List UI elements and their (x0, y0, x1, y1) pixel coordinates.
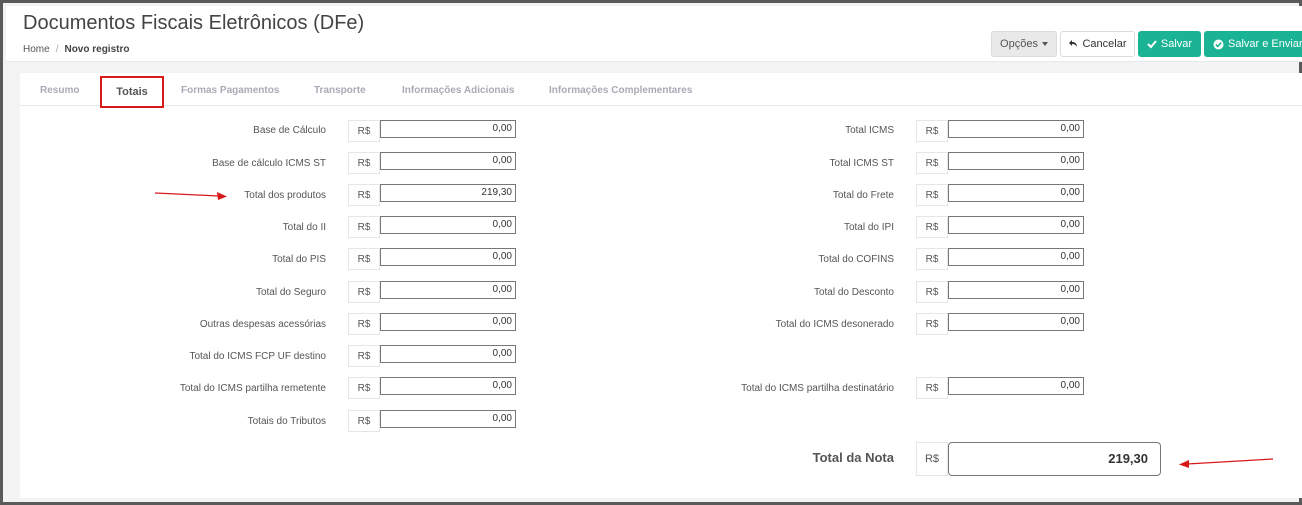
total-icms-partilha-destinatario-input[interactable]: 0,00 (948, 377, 1084, 395)
total-nota-input[interactable]: 219,30 (948, 442, 1161, 476)
currency-addon: R$ (348, 377, 380, 399)
tab-totais[interactable]: Totais (100, 76, 164, 108)
tab-resumo[interactable]: Resumo (40, 85, 79, 96)
field-label: Total dos produtos (244, 190, 326, 201)
currency-addon: R$ (348, 281, 380, 303)
total-icms-partilha-remetente-input[interactable]: 0,00 (380, 377, 516, 395)
field-label: Total ICMS (845, 125, 894, 136)
totais-tributos-input[interactable]: 0,00 (380, 410, 516, 428)
currency-addon: R$ (348, 120, 380, 142)
field-label: Total do ICMS partilha destinatário (741, 383, 894, 394)
outras-despesas-input[interactable]: 0,00 (380, 313, 516, 331)
form-panel: Resumo Totais Formas Pagamentos Transpor… (20, 73, 1302, 498)
field-label: Outras despesas acessórias (199, 319, 326, 330)
total-pis-input[interactable]: 0,00 (380, 248, 516, 266)
currency-addon: R$ (916, 377, 948, 399)
options-label: Opções (1000, 38, 1038, 50)
total-icms-desonerado-input[interactable]: 0,00 (948, 313, 1084, 331)
check-circle-icon (1213, 39, 1224, 49)
total-icms-input[interactable]: 0,00 (948, 120, 1084, 138)
field-label: Total do PIS (272, 254, 326, 265)
app-window: Documentos Fiscais Eletrônicos (DFe) Hom… (0, 0, 1302, 505)
currency-addon: R$ (916, 120, 948, 142)
total-desconto-input[interactable]: 0,00 (948, 281, 1084, 299)
breadcrumb-home[interactable]: Home (23, 44, 50, 55)
currency-addon: R$ (916, 152, 948, 174)
field-label: Total do IPI (843, 222, 894, 233)
page-header: Documentos Fiscais Eletrônicos (DFe) Hom… (6, 6, 1302, 62)
total-icms-st-input[interactable]: 0,00 (948, 152, 1084, 170)
total-nota-label: Total da Nota (812, 450, 894, 465)
total-ipi-input[interactable]: 0,00 (948, 216, 1084, 234)
total-produtos-input[interactable]: 219,30 (380, 184, 516, 202)
field-label: Totais do Tributos (247, 416, 326, 427)
currency-addon: R$ (348, 313, 380, 335)
tab-bar: Resumo Totais Formas Pagamentos Transpor… (20, 73, 1302, 108)
currency-addon: R$ (916, 442, 948, 476)
currency-addon: R$ (348, 410, 380, 432)
total-frete-input[interactable]: 0,00 (948, 184, 1084, 202)
breadcrumb: Home / Novo registro (23, 44, 129, 55)
caret-down-icon (1041, 42, 1048, 46)
save-and-send-label: Salvar e Enviar (1228, 38, 1302, 50)
currency-addon: R$ (348, 345, 380, 367)
cancel-button[interactable]: Cancelar (1060, 31, 1135, 57)
save-label: Salvar (1160, 38, 1193, 50)
currency-addon: R$ (916, 281, 948, 303)
total-cofins-input[interactable]: 0,00 (948, 248, 1084, 266)
save-button[interactable]: Salvar (1138, 31, 1201, 57)
currency-addon: R$ (916, 248, 948, 270)
tab-informacoes-adicionais[interactable]: Informações Adicionais (402, 85, 514, 96)
tab-informacoes-complementares[interactable]: Informações Complementares (549, 85, 692, 96)
total-ii-input[interactable]: 0,00 (380, 216, 516, 234)
tab-formas-pagamentos[interactable]: Formas Pagamentos (181, 85, 279, 96)
field-label: Total ICMS ST (829, 158, 894, 169)
breadcrumb-current: Novo registro (64, 44, 130, 55)
base-calculo-input[interactable]: 0,00 (380, 120, 516, 138)
currency-addon: R$ (348, 216, 380, 238)
field-label: Base de Cálculo (253, 125, 326, 136)
currency-addon: R$ (916, 216, 948, 238)
currency-addon: R$ (916, 313, 948, 335)
total-icms-fcp-uf-destino-input[interactable]: 0,00 (380, 345, 516, 363)
field-label: Total do COFINS (818, 254, 894, 265)
cancel-label: Cancelar (1082, 38, 1127, 50)
currency-addon: R$ (916, 184, 948, 206)
field-label: Total do ICMS partilha remetente (179, 383, 326, 394)
currency-addon: R$ (348, 248, 380, 270)
field-label: Total do II (282, 222, 326, 233)
base-calculo-icms-st-input[interactable]: 0,00 (380, 152, 516, 170)
annotation-arrow-icon (154, 192, 227, 200)
tab-transporte[interactable]: Transporte (314, 85, 366, 96)
field-label: Total do Desconto (813, 287, 894, 298)
undo-icon (1069, 40, 1078, 47)
field-label: Total do ICMS desonerado (775, 319, 894, 330)
page-title: Documentos Fiscais Eletrônicos (DFe) (23, 12, 365, 34)
save-and-send-button[interactable]: Salvar e Enviar (1204, 31, 1302, 57)
currency-addon: R$ (348, 184, 380, 206)
annotation-arrow-icon (1179, 458, 1274, 468)
check-icon (1147, 40, 1157, 49)
field-label: Base de cálculo ICMS ST (212, 158, 326, 169)
breadcrumb-separator: / (55, 44, 59, 55)
currency-addon: R$ (348, 152, 380, 174)
options-button[interactable]: Opções (991, 31, 1057, 57)
field-label: Total do Frete (832, 190, 894, 201)
total-seguro-input[interactable]: 0,00 (380, 281, 516, 299)
field-label: Total do ICMS FCP UF destino (189, 351, 326, 362)
field-label: Total do Seguro (255, 287, 326, 298)
